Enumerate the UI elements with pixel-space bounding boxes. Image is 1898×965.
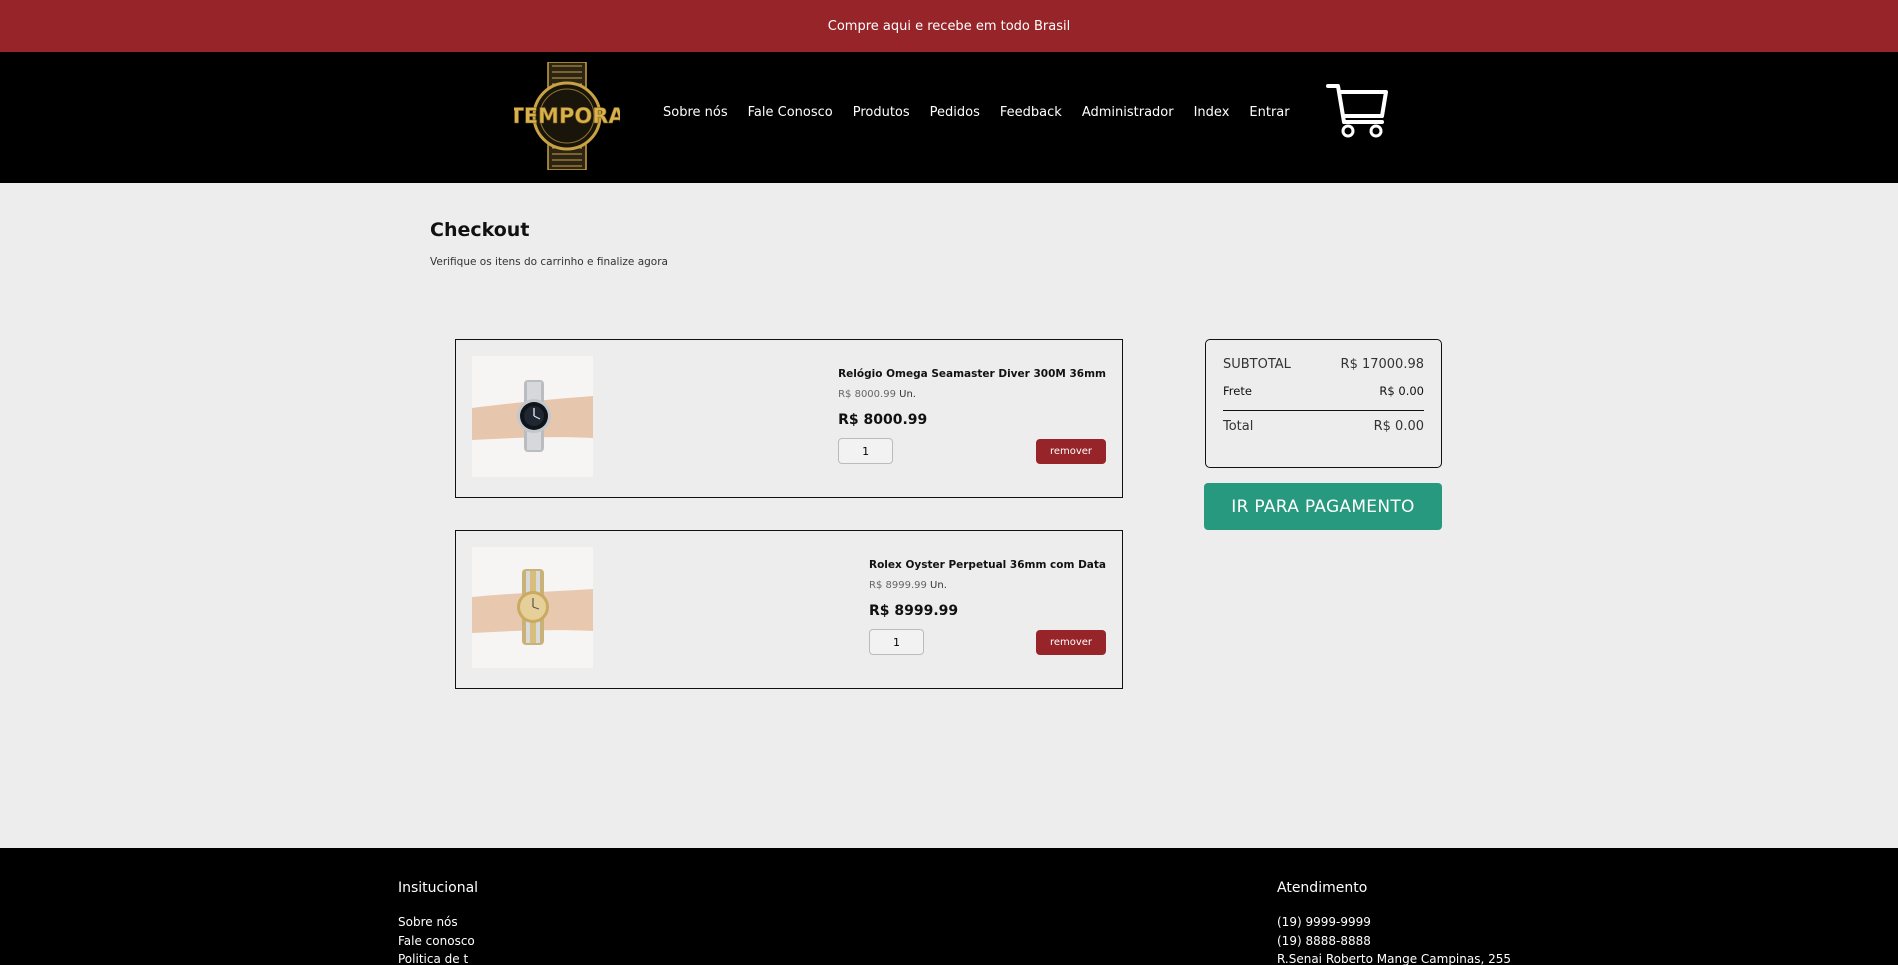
nav-entrar[interactable]: Entrar [1249, 105, 1289, 120]
frete-value: R$ 0.00 [1379, 384, 1424, 398]
nav-fale-conosco[interactable]: Fale Conosco [748, 105, 833, 120]
nav-produtos[interactable]: Produtos [853, 105, 910, 120]
cart-item: Relógio Omega Seamaster Diver 300M 36mm … [455, 339, 1123, 498]
brand-logo[interactable]: TEMPORA [509, 61, 626, 171]
nav-pedidos[interactable]: Pedidos [930, 105, 980, 120]
nav-sobre-nos[interactable]: Sobre nós [663, 105, 728, 120]
quantity-input[interactable] [838, 438, 894, 464]
unit-suffix: Un. [930, 580, 947, 591]
svg-text:TEMPORA: TEMPORA [514, 104, 620, 128]
product-name: Relógio Omega Seamaster Diver 300M 36mm [838, 368, 1106, 380]
watch-logo-icon: TEMPORA [509, 61, 626, 171]
unit-price-value: R$ 8999.99 [869, 580, 927, 591]
subtotal-label: SUBTOTAL [1223, 357, 1291, 372]
checkout-pay-button[interactable]: IR PARA PAGAMENTO [1204, 483, 1442, 530]
remove-button[interactable]: remover [1036, 438, 1106, 464]
product-info: Relógio Omega Seamaster Diver 300M 36mm … [838, 368, 1106, 464]
footer-institutional: Insitucional Sobre nós Fale conosco Poli… [398, 880, 478, 965]
remove-button[interactable]: remover [1036, 629, 1106, 655]
footer-heading: Insitucional [398, 880, 479, 896]
site-footer: Insitucional Sobre nós Fale conosco Poli… [0, 848, 1898, 965]
page-subtitle: Verifique os itens do carrinho e finaliz… [430, 256, 668, 268]
quantity-input[interactable] [869, 629, 924, 655]
product-name: Rolex Oyster Perpetual 36mm com Data [869, 559, 1106, 571]
nav-index[interactable]: Index [1194, 105, 1230, 120]
total-value: R$ 0.00 [1373, 419, 1424, 434]
main-nav: Sobre nós Fale Conosco Produtos Pedidos … [663, 105, 1310, 120]
subtotal-row: SUBTOTAL R$ 17000.98 [1223, 357, 1424, 372]
nav-feedback[interactable]: Feedback [1000, 105, 1062, 120]
product-info: Rolex Oyster Perpetual 36mm com Data R$ … [869, 559, 1106, 655]
cart-item: Rolex Oyster Perpetual 36mm com Data R$ … [455, 530, 1123, 689]
nav-administrador[interactable]: Administrador [1082, 105, 1174, 120]
footer-heading: Atendimento [1277, 880, 1368, 896]
product-image [472, 547, 593, 668]
item-controls: remover [838, 438, 1106, 464]
total-label: Total [1223, 419, 1254, 434]
order-summary: SUBTOTAL R$ 17000.98 Frete R$ 0.00 Total… [1205, 339, 1442, 468]
site-header: TEMPORA Sobre nós Fale Conosco Produtos … [0, 52, 1898, 183]
unit-suffix: Un. [899, 389, 916, 400]
product-image [472, 356, 593, 477]
unit-price-value: R$ 8000.99 [838, 389, 896, 400]
product-price: R$ 8999.99 [869, 603, 959, 619]
footer-atendimento: Atendimento (19) 9999-9999 (19) 8888-888… [1277, 880, 1511, 965]
item-controls: remover [869, 629, 1106, 655]
promo-text: Compre aqui e recebe em todo Brasil [827, 18, 1071, 34]
product-price: R$ 8000.99 [838, 412, 928, 428]
page-title: Checkout [430, 219, 530, 241]
unit-price: R$ 8999.99 Un. [869, 580, 1106, 591]
summary-divider [1223, 410, 1424, 411]
footer-link-sobre-nos[interactable]: Sobre nós [398, 913, 478, 932]
footer-link-fale-conosco[interactable]: Fale conosco [398, 932, 478, 951]
footer-phone: (19) 9999-9999 [1277, 915, 1371, 929]
total-row: Total R$ 0.00 [1223, 419, 1424, 434]
subtotal-value: R$ 17000.98 [1340, 357, 1424, 372]
promo-bar: Compre aqui e recebe em todo Brasil [0, 0, 1898, 52]
footer-phone: (19) 8888-8888 [1277, 933, 1371, 948]
unit-price: R$ 8000.99 Un. [838, 389, 1106, 400]
cart-icon[interactable] [1326, 82, 1390, 138]
footer-link-politica[interactable]: Politica de t [398, 950, 478, 965]
frete-label: Frete [1223, 384, 1252, 398]
frete-row: Frete R$ 0.00 [1223, 384, 1424, 398]
footer-address: R.Senai Roberto Mange Campinas, 255 [1277, 952, 1512, 965]
